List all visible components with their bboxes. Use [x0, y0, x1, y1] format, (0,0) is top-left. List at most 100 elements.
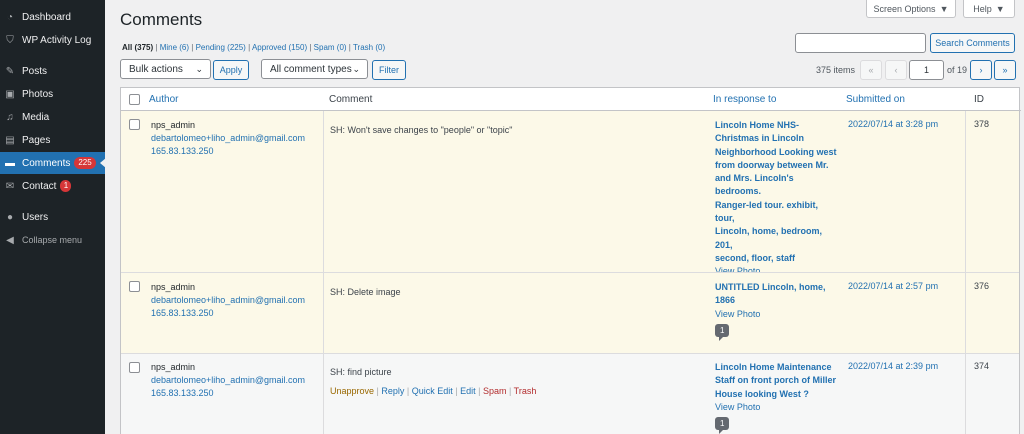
filter-spam[interactable]: Spam (0)	[314, 43, 347, 52]
post-title-link[interactable]: UNTITLED Lincoln, home, 1866	[715, 281, 839, 308]
column-id: ID	[974, 94, 984, 105]
comment-id: 374	[974, 361, 990, 371]
row-checkbox[interactable]	[129, 362, 140, 373]
contact-count-badge: 1	[60, 180, 72, 192]
sidebar-item-label: WP Activity Log	[22, 34, 92, 46]
sidebar-item-comments[interactable]: ▬ Comments 225	[0, 152, 106, 174]
submitted-date-link[interactable]: 2022/07/14 at 2:57 pm	[848, 281, 938, 291]
id-cell: 376	[966, 273, 1019, 353]
response-cell: Lincoln Home Maintenance Staff on front …	[707, 354, 839, 434]
submitted-cell: 2022/07/14 at 2:39 pm	[839, 354, 966, 434]
post-title-link[interactable]: Lincoln Home Maintenance Staff on front …	[715, 361, 839, 401]
author-name: nps_admin	[151, 362, 196, 372]
sidebar-item-label: Posts	[22, 65, 48, 77]
filter-pending[interactable]: Pending (225)	[196, 43, 246, 52]
table-header: Author Comment In response to Submitted …	[121, 88, 1021, 111]
sidebar-item-label: Dashboard	[22, 11, 71, 23]
filter-all[interactable]: All (375)	[122, 43, 153, 52]
sidebar-item-label: Photos	[22, 88, 54, 100]
column-in-response-to[interactable]: In response to	[713, 94, 776, 105]
last-page-button[interactable]: »	[994, 60, 1016, 80]
sidebar-item-contact[interactable]: ✉ Contact 1	[0, 175, 105, 197]
filter-button[interactable]: Filter	[372, 60, 406, 80]
next-page-button[interactable]: ›	[970, 60, 992, 80]
submitted-date-link[interactable]: 2022/07/14 at 2:39 pm	[848, 361, 938, 371]
author-ip-link[interactable]: 165.83.133.250	[151, 307, 305, 320]
current-page-input[interactable]: 1	[909, 60, 944, 80]
comment-text: SH: Won't save changes to "people" or "t…	[330, 125, 513, 135]
comment-text: SH: Delete image	[330, 287, 401, 297]
view-photo-link[interactable]: View Photo	[715, 308, 839, 321]
sidebar-item-dashboard[interactable]: ◔ Dashboard	[0, 6, 105, 28]
admin-sidebar: ◔ Dashboard ⛉ WP Activity Log ✎ Posts ▣ …	[0, 0, 106, 434]
comment-type-value: All comment types	[270, 63, 352, 75]
help-button[interactable]: Help ▼	[963, 0, 1015, 18]
comment-icon: ▬	[5, 157, 15, 169]
post-title-link[interactable]: Lincoln Home NHS- Christmas in Lincoln N…	[715, 119, 839, 265]
row-actions: Unapprove | Reply | Quick Edit | Edit | …	[330, 386, 537, 396]
search-input[interactable]	[795, 33, 926, 53]
author-email-link[interactable]: debartolomeo+liho_admin@gmail.com	[151, 132, 305, 145]
filter-mine[interactable]: Mine (6)	[160, 43, 189, 52]
author-ip-link[interactable]: 165.83.133.250	[151, 145, 305, 158]
response-cell: Lincoln Home NHS- Christmas in Lincoln N…	[707, 111, 839, 299]
table-row: nps_admin debartolomeo+liho_admin@gmail.…	[121, 272, 1019, 353]
sidebar-item-users[interactable]: ● Users	[0, 206, 105, 228]
author-cell: nps_admin debartolomeo+liho_admin@gmail.…	[121, 354, 323, 434]
author-email-link[interactable]: debartolomeo+liho_admin@gmail.com	[151, 294, 305, 307]
screen-options-button[interactable]: Screen Options ▼	[866, 0, 956, 18]
comment-type-select[interactable]: All comment types ⌄	[261, 59, 368, 79]
apply-button[interactable]: Apply	[213, 60, 249, 80]
search-comments-button[interactable]: Search Comments	[930, 33, 1015, 53]
bulk-actions-select[interactable]: Bulk actions ⌄	[120, 59, 211, 79]
sidebar-item-media[interactable]: ♫ Media	[0, 106, 105, 128]
media-icon: ♫	[6, 111, 14, 123]
chevron-down-icon: ⌄	[195, 64, 203, 74]
author-name: nps_admin	[151, 282, 196, 292]
reply-link[interactable]: Reply	[381, 386, 404, 396]
author-ip-link[interactable]: 165.83.133.250	[151, 387, 305, 400]
sidebar-item-wp-activity-log[interactable]: ⛉ WP Activity Log	[0, 29, 105, 51]
filter-approved[interactable]: Approved (150)	[252, 43, 307, 52]
quick-edit-link[interactable]: Quick Edit	[412, 386, 453, 396]
spam-link[interactable]: Spam	[483, 386, 507, 396]
comment-count-bubble[interactable]: 1	[715, 323, 730, 341]
column-author[interactable]: Author	[149, 94, 178, 105]
comment-id: 376	[974, 281, 990, 291]
trash-link[interactable]: Trash	[514, 386, 537, 396]
edit-link[interactable]: Edit	[460, 386, 476, 396]
row-checkbox[interactable]	[129, 119, 140, 130]
author-email-link[interactable]: debartolomeo+liho_admin@gmail.com	[151, 374, 305, 387]
submitted-date-link[interactable]: 2022/07/14 at 3:28 pm	[848, 119, 938, 129]
submitted-cell: 2022/07/14 at 3:28 pm	[839, 111, 966, 272]
column-submitted-on[interactable]: Submitted on	[846, 94, 905, 105]
comment-count-bubble[interactable]: 1	[715, 416, 730, 434]
first-page-button[interactable]: «	[860, 60, 882, 80]
column-comment: Comment	[329, 94, 373, 105]
id-cell: 378	[966, 111, 1019, 272]
photo-icon: ▣	[5, 88, 15, 100]
author-cell: nps_admin debartolomeo+liho_admin@gmail.…	[121, 273, 323, 353]
sidebar-item-photos[interactable]: ▣ Photos	[0, 83, 105, 105]
user-icon: ●	[6, 211, 14, 223]
comment-cell: SH: Won't save changes to "people" or "t…	[323, 111, 707, 272]
sidebar-item-label: Comments	[22, 157, 71, 169]
sidebar-item-label: Pages	[22, 134, 51, 146]
sidebar-item-label: Collapse menu	[22, 235, 83, 245]
comments-count-badge: 225	[74, 157, 96, 169]
prev-page-button[interactable]: ‹	[885, 60, 907, 80]
chevron-down-icon: ⌄	[352, 64, 360, 74]
screen-options-label: Screen Options	[873, 3, 936, 14]
row-checkbox[interactable]	[129, 281, 140, 292]
dashboard-icon: ◔	[6, 11, 14, 23]
sidebar-item-label: Media	[22, 111, 50, 123]
unapprove-link[interactable]: Unapprove	[330, 386, 374, 396]
id-cell: 374	[966, 354, 1019, 434]
sidebar-item-posts[interactable]: ✎ Posts	[0, 60, 105, 82]
collapse-menu-button[interactable]: ◀ Collapse menu	[0, 229, 105, 251]
select-all-checkbox[interactable]	[129, 94, 140, 105]
submitted-cell: 2022/07/14 at 2:57 pm	[839, 273, 966, 353]
sidebar-item-pages[interactable]: ▤ Pages	[0, 129, 105, 151]
view-photo-link[interactable]: View Photo	[715, 401, 839, 414]
filter-trash[interactable]: Trash (0)	[353, 43, 385, 52]
